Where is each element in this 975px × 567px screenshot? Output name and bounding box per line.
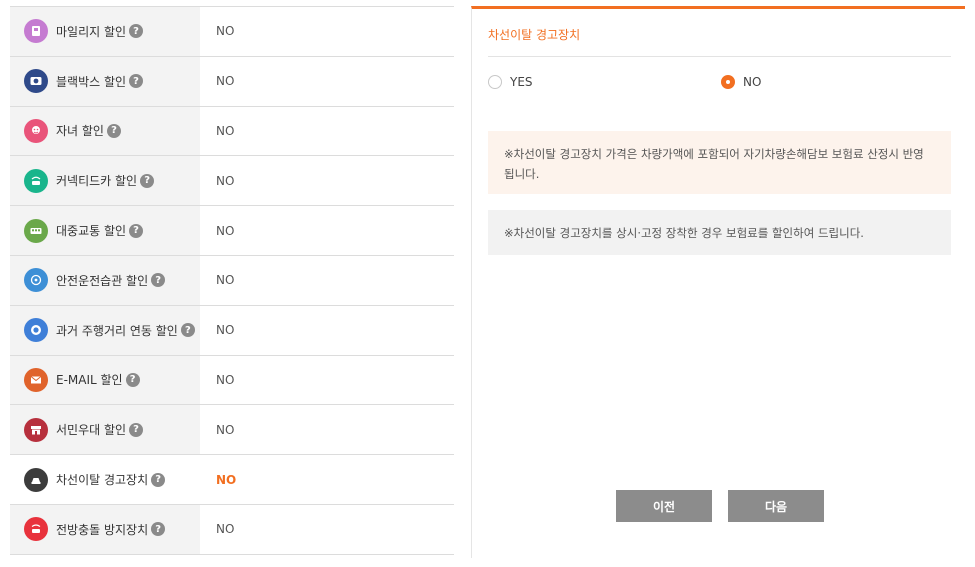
connected-car-icon: [24, 168, 48, 193]
help-icon[interactable]: ?: [129, 24, 144, 39]
discount-row-blackbox[interactable]: 블랙박스 할인 ? NO: [10, 56, 454, 107]
discount-value: NO: [200, 504, 454, 554]
discount-label: 전방충돌 방지장치: [56, 522, 149, 537]
radio-yes[interactable]: YES: [488, 75, 533, 89]
discount-value: NO: [200, 7, 454, 56]
discount-row-mileage[interactable]: 마일리지 할인 ? NO: [10, 7, 454, 57]
discount-name-cell: 대중교통 할인 ?: [10, 206, 200, 255]
discount-name-cell: E-MAIL 할인 ?: [10, 355, 200, 405]
discount-row-child[interactable]: 자녀 할인 ? NO: [10, 106, 454, 157]
discount-value: NO: [200, 106, 454, 156]
help-icon[interactable]: ?: [180, 323, 195, 338]
detail-panel: 차선이탈 경고장치 YES NO ※차선이탈 경고장치 가격은 차량가액에 포함…: [471, 6, 965, 558]
discount-row-lane-departure[interactable]: 차선이탈 경고장치 ? NO: [10, 455, 454, 505]
discount-name-cell: 자녀 할인 ?: [10, 106, 200, 156]
discount-list: 마일리지 할인 ? NO 블랙박스 할인 ? NO 자녀 할인 ? NO 커넥티…: [10, 6, 454, 555]
discount-value: NO: [200, 56, 454, 106]
bus-icon: [24, 218, 48, 243]
discount-row-safe-driving[interactable]: 안전운전습관 할인 ? NO: [10, 255, 454, 306]
discount-row-email[interactable]: E-MAIL 할인 ? NO: [10, 355, 454, 406]
child-icon: [24, 118, 48, 143]
discount-value: NO: [200, 255, 454, 305]
safe-driving-icon: [24, 268, 48, 293]
discount-name-cell: 커넥티드카 할인 ?: [10, 156, 200, 206]
discount-name-cell: 블랙박스 할인 ?: [10, 56, 200, 106]
help-icon[interactable]: ?: [151, 273, 166, 288]
discount-label: 차선이탈 경고장치: [56, 473, 149, 488]
email-icon: [24, 367, 48, 392]
help-icon[interactable]: ?: [106, 123, 121, 138]
help-icon[interactable]: ?: [129, 74, 144, 89]
prev-button[interactable]: 이전: [616, 490, 712, 522]
discount-name-cell: 서민우대 할인 ?: [10, 405, 200, 455]
lane-departure-icon: [24, 467, 48, 492]
discount-notice: ※차선이탈 경고장치를 상시·고정 장착한 경우 보험료를 할인하여 드립니다.: [488, 210, 951, 255]
help-icon[interactable]: ?: [140, 173, 155, 188]
discount-value: NO: [200, 405, 454, 455]
next-button[interactable]: 다음: [728, 490, 824, 522]
discount-name-cell: 마일리지 할인 ?: [10, 7, 200, 56]
discount-name-cell: 차선이탈 경고장치 ?: [10, 455, 200, 504]
discount-row-store[interactable]: 서민우대 할인 ? NO: [10, 405, 454, 456]
discount-value: NO: [200, 206, 454, 255]
discount-label: 안전운전습관 할인: [56, 273, 149, 288]
discount-label: 대중교통 할인: [56, 224, 127, 239]
discount-row-mileage-history[interactable]: 과거 주행거리 연동 할인 ? NO: [10, 305, 454, 356]
discount-label: E-MAIL 할인: [56, 373, 123, 388]
discount-value: NO: [200, 355, 454, 405]
discount-value: NO: [200, 305, 454, 355]
discount-label: 커넥티드카 할인: [56, 174, 138, 189]
discount-label: 서민우대 할인: [56, 423, 127, 438]
help-icon[interactable]: ?: [125, 372, 140, 387]
radio-yes-indicator[interactable]: [488, 75, 502, 89]
blackbox-icon: [24, 69, 48, 94]
discount-label: 과거 주행거리 연동 할인: [56, 323, 178, 338]
price-notice: ※차선이탈 경고장치 가격은 차량가액에 포함되어 자기차량손해담보 보험료 산…: [488, 131, 951, 194]
radio-yes-label: YES: [510, 75, 533, 89]
help-icon[interactable]: ?: [151, 472, 166, 487]
help-icon[interactable]: ?: [129, 223, 144, 238]
discount-value: NO: [200, 156, 454, 206]
panel-divider: [488, 56, 951, 57]
discount-name-cell: 과거 주행거리 연동 할인 ?: [10, 305, 200, 355]
discount-label: 자녀 할인: [56, 124, 104, 139]
mileage-history-icon: [24, 318, 48, 343]
store-icon: [24, 417, 48, 442]
discount-name-cell: 안전운전습관 할인 ?: [10, 255, 200, 305]
radio-no[interactable]: NO: [721, 75, 761, 89]
discount-value: NO: [200, 455, 454, 504]
help-icon[interactable]: ?: [151, 522, 166, 537]
collision-icon: [24, 517, 48, 542]
radio-no-label: NO: [743, 75, 762, 89]
discount-row-bus[interactable]: 대중교통 할인 ? NO: [10, 206, 454, 256]
yes-no-radio-group: YES NO: [488, 75, 951, 95]
radio-no-indicator[interactable]: [721, 75, 735, 89]
mileage-icon: [24, 19, 48, 44]
discount-row-collision[interactable]: 전방충돌 방지장치 ? NO: [10, 504, 454, 555]
help-icon[interactable]: ?: [129, 422, 144, 437]
discount-label: 마일리지 할인: [56, 24, 127, 39]
discount-name-cell: 전방충돌 방지장치 ?: [10, 504, 200, 554]
panel-title: 차선이탈 경고장치: [488, 28, 581, 42]
discount-label: 블랙박스 할인: [56, 74, 127, 89]
discount-row-connected-car[interactable]: 커넥티드카 할인 ? NO: [10, 156, 454, 207]
